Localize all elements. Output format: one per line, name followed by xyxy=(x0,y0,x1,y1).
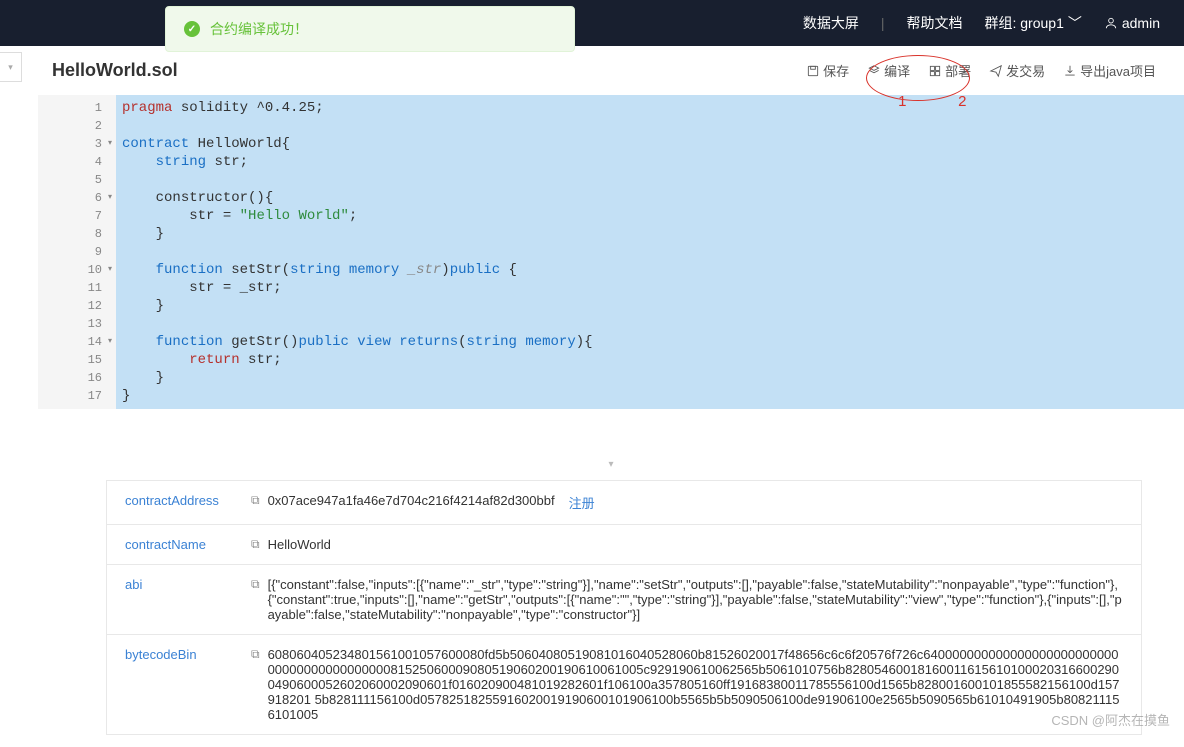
send-tx-button[interactable]: 发交易 xyxy=(989,61,1045,80)
file-name: HelloWorld.sol xyxy=(52,60,178,81)
deploy-button[interactable]: 部署 xyxy=(928,61,971,80)
code-editor[interactable]: 1234567891011121314151617 pragma solidit… xyxy=(38,95,1184,409)
copy-icon[interactable]: ⧉ xyxy=(251,647,260,662)
save-icon xyxy=(806,64,820,78)
nav-group-selector[interactable]: 群组: group1﹀ xyxy=(984,13,1081,33)
contract-info-panel: contractAddress ⧉ 0x07ace947a1fa46e7d704… xyxy=(106,480,1142,735)
contract-name-value: HelloWorld xyxy=(268,537,331,552)
send-icon xyxy=(989,64,1003,78)
row-contract-address: contractAddress ⧉ 0x07ace947a1fa46e7d704… xyxy=(107,481,1141,525)
divider: | xyxy=(881,15,885,31)
compile-button[interactable]: 编译 xyxy=(867,61,910,80)
top-navbar: ✓ 合约编译成功！ 数据大屏 | 帮助文档 群组: group1﹀ admin xyxy=(0,0,1184,46)
user-icon xyxy=(1104,16,1118,30)
row-bytecode: bytecodeBin ⧉ 60806040523480156100105760… xyxy=(107,635,1141,734)
annotation-2: 2 xyxy=(958,93,966,110)
file-toolbar: HelloWorld.sol 保存 编译 部署 发交易 导出java项目 1 2 xyxy=(38,46,1184,95)
row-contract-name: contractName ⧉ HelloWorld xyxy=(107,525,1141,565)
action-bar: 保存 编译 部署 发交易 导出java项目 1 2 xyxy=(806,61,1156,80)
annotation-1: 1 xyxy=(898,93,906,110)
watermark: CSDN @阿杰在摸鱼 xyxy=(1051,710,1170,729)
code-content[interactable]: pragma solidity ^0.4.25; contract HelloW… xyxy=(116,95,1184,409)
register-link[interactable]: 注册 xyxy=(569,493,595,512)
bytecode-value: 608060405234801561001057600080fd5b506040… xyxy=(268,647,1123,722)
success-toast: ✓ 合约编译成功！ xyxy=(165,6,575,52)
nav-help-doc[interactable]: 帮助文档 xyxy=(906,13,962,33)
panel-collapse-toggle[interactable]: ▾ xyxy=(38,451,1184,474)
nav-user[interactable]: admin xyxy=(1104,15,1160,31)
row-abi: abi ⧉ [{"constant":false,"inputs":[{"nam… xyxy=(107,565,1141,635)
toast-message: 合约编译成功！ xyxy=(210,19,308,39)
export-button[interactable]: 导出java项目 xyxy=(1063,61,1156,80)
save-button[interactable]: 保存 xyxy=(806,61,849,80)
nav-data-screen[interactable]: 数据大屏 xyxy=(803,13,859,33)
line-gutter: 1234567891011121314151617 xyxy=(38,95,116,409)
deploy-icon xyxy=(928,64,942,78)
check-icon: ✓ xyxy=(184,21,200,37)
abi-value: [{"constant":false,"inputs":[{"name":"_s… xyxy=(268,577,1123,622)
sidebar-toggle[interactable]: ▾ xyxy=(0,52,22,82)
chevron-down-icon: ﹀ xyxy=(1068,13,1082,33)
contract-address-value: 0x07ace947a1fa46e7d704c216f4214af82d300b… xyxy=(268,493,555,508)
download-icon xyxy=(1063,64,1077,78)
copy-icon[interactable]: ⧉ xyxy=(251,537,260,552)
copy-icon[interactable]: ⧉ xyxy=(251,577,260,592)
editor-empty-area[interactable] xyxy=(116,409,1184,451)
compile-icon xyxy=(867,64,881,78)
copy-icon[interactable]: ⧉ xyxy=(251,493,260,508)
